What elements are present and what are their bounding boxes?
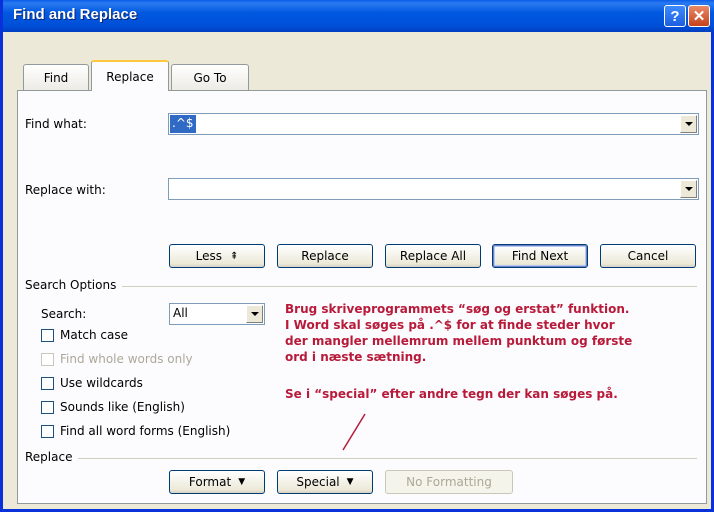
replace-with-input[interactable] bbox=[170, 180, 174, 198]
replace-with-combobox[interactable] bbox=[168, 178, 699, 200]
special-dropdown-icon: ▼ bbox=[346, 477, 354, 487]
less-button[interactable]: Less ⇞ bbox=[169, 244, 265, 268]
word-forms-label: Find all word forms (English) bbox=[60, 424, 231, 438]
title-bar[interactable]: Find and Replace ? ✕ bbox=[3, 0, 714, 32]
sounds-like-checkbox[interactable] bbox=[41, 400, 54, 414]
replace-section-header: Replace bbox=[25, 450, 79, 464]
annotation-line-2: I Word skal søges på .^$ for at finde st… bbox=[285, 318, 615, 332]
format-label: Format bbox=[188, 475, 232, 489]
replace-section-divider bbox=[25, 458, 697, 459]
replace-with-dropdown-arrow-icon[interactable] bbox=[680, 180, 697, 198]
sounds-like-option[interactable]: Sounds like (English) bbox=[41, 398, 185, 416]
annotation-text: Brug skriveprogrammets “søg og erstat” f… bbox=[285, 301, 632, 365]
find-what-label: Find what: bbox=[25, 117, 87, 131]
find-next-button[interactable]: Find Next bbox=[492, 244, 588, 268]
less-label: Less bbox=[195, 249, 222, 263]
search-direction-select[interactable]: All bbox=[169, 303, 265, 325]
whole-words-checkbox bbox=[41, 352, 54, 366]
match-case-label: Match case bbox=[60, 328, 129, 342]
format-button[interactable]: Format ▼ bbox=[169, 470, 265, 494]
tab-find[interactable]: Find bbox=[23, 64, 89, 90]
whole-words-option: Find whole words only bbox=[41, 350, 193, 368]
find-what-input[interactable]: .^$ bbox=[170, 115, 196, 133]
find-replace-dialog: Find and Replace ? ✕ Find Replace Go To … bbox=[0, 0, 714, 512]
format-dropdown-icon: ▼ bbox=[238, 477, 246, 487]
replace-with-label: Replace with: bbox=[25, 183, 106, 197]
search-direction-label: Search: bbox=[41, 307, 87, 321]
annotation-pointer-line bbox=[342, 413, 366, 451]
match-case-option[interactable]: Match case bbox=[41, 326, 128, 344]
replace-button[interactable]: Replace bbox=[277, 244, 373, 268]
dialog-title: Find and Replace bbox=[13, 6, 138, 23]
search-direction-value: All bbox=[173, 306, 188, 320]
search-options-header: Search Options bbox=[25, 278, 123, 292]
whole-words-label: Find whole words only bbox=[60, 352, 193, 366]
annotation-line-1: Brug skriveprogrammets “søg og erstat” f… bbox=[285, 302, 630, 316]
annotation-line-4: ord i næste sætning. bbox=[285, 350, 427, 364]
find-what-dropdown-arrow-icon[interactable] bbox=[680, 115, 697, 133]
cancel-button[interactable]: Cancel bbox=[600, 244, 696, 268]
collapse-arrow-icon: ⇞ bbox=[229, 250, 239, 262]
wildcards-option[interactable]: Use wildcards bbox=[41, 374, 143, 392]
search-dropdown-arrow-icon[interactable] bbox=[246, 305, 263, 323]
tab-go-to[interactable]: Go To bbox=[171, 64, 249, 90]
replace-all-button[interactable]: Replace All bbox=[385, 244, 481, 268]
close-button[interactable]: ✕ bbox=[688, 5, 710, 27]
sounds-like-label: Sounds like (English) bbox=[60, 400, 185, 414]
find-what-combobox[interactable]: .^$ bbox=[168, 113, 699, 135]
match-case-checkbox[interactable] bbox=[41, 328, 54, 342]
annotation-line-3: der mangler mellemrum mellem punktum og … bbox=[285, 334, 633, 348]
special-button[interactable]: Special ▼ bbox=[277, 470, 373, 494]
no-formatting-button: No Formatting bbox=[385, 470, 513, 494]
word-forms-checkbox[interactable] bbox=[41, 424, 54, 438]
help-button[interactable]: ? bbox=[664, 5, 686, 27]
annotation-text-2: Se i “special” efter andre tegn der kan … bbox=[285, 387, 618, 401]
search-options-divider bbox=[25, 286, 697, 287]
wildcards-checkbox[interactable] bbox=[41, 376, 54, 390]
wildcards-label: Use wildcards bbox=[60, 376, 143, 390]
special-label: Special bbox=[296, 475, 340, 489]
tab-replace[interactable]: Replace bbox=[91, 60, 169, 91]
word-forms-option[interactable]: Find all word forms (English) bbox=[41, 422, 230, 440]
